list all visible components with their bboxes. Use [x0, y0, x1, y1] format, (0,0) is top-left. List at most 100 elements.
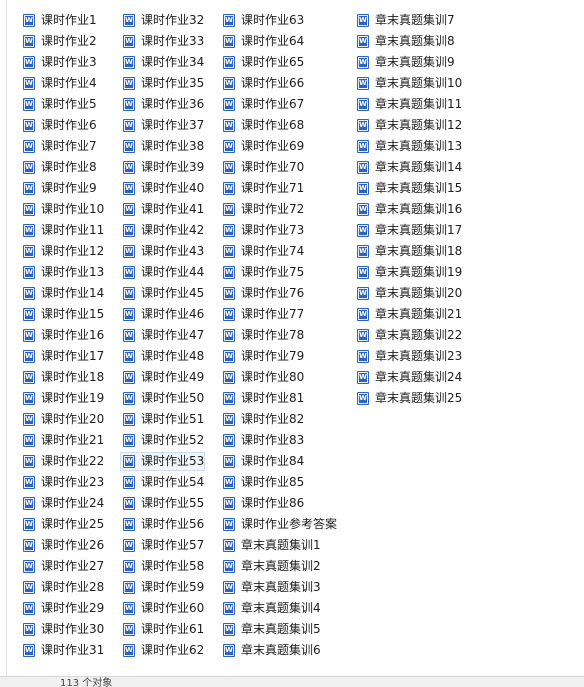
file-item[interactable]: W 课时作业51 [120, 410, 205, 429]
file-item[interactable]: W 课时作业84 [220, 452, 305, 471]
file-item[interactable]: W 课时作业46 [120, 305, 205, 324]
file-item[interactable]: W 课时作业22 [20, 452, 105, 471]
file-item[interactable]: W 课时作业18 [20, 368, 105, 387]
file-item[interactable]: W 课时作业41 [120, 200, 205, 219]
file-item[interactable]: W 章末真题集训2 [220, 557, 322, 576]
file-item[interactable]: W 课时作业17 [20, 347, 105, 366]
file-item[interactable]: W 课时作业48 [120, 347, 205, 366]
file-item[interactable]: W 课时作业78 [220, 326, 305, 345]
file-item[interactable]: W 课时作业11 [20, 221, 105, 240]
file-item[interactable]: W 课时作业10 [20, 200, 105, 219]
file-item[interactable]: W 课时作业72 [220, 200, 305, 219]
file-item[interactable]: W 课时作业60 [120, 599, 205, 618]
file-item[interactable]: W 课时作业79 [220, 347, 305, 366]
file-item[interactable]: W 章末真题集训10 [354, 74, 463, 93]
file-item[interactable]: W 课时作业83 [220, 431, 305, 450]
file-item[interactable]: W 课时作业39 [120, 158, 205, 177]
file-list-view[interactable]: W 课时作业1 W 课时作业2 W 课时作业3 W 课时作业4 W 课时作业5 W 课时作业6 W 课时作… [6, 0, 584, 676]
file-item[interactable]: W 课时作业50 [120, 389, 205, 408]
file-item[interactable]: W 章末真题集训15 [354, 179, 463, 198]
file-item[interactable]: W 课时作业12 [20, 242, 105, 261]
file-item[interactable]: W 课时作业43 [120, 242, 205, 261]
file-item[interactable]: W 课时作业52 [120, 431, 205, 450]
file-item[interactable]: W 课时作业58 [120, 557, 205, 576]
file-item[interactable]: W 课时作业63 [220, 11, 305, 30]
file-item[interactable]: W 章末真题集训22 [354, 326, 463, 345]
file-item[interactable]: W 课时作业47 [120, 326, 205, 345]
file-item[interactable]: W 课时作业64 [220, 32, 305, 51]
file-item[interactable]: W 课时作业74 [220, 242, 305, 261]
file-item[interactable]: W 课时作业77 [220, 305, 305, 324]
file-item[interactable]: W 章末真题集训16 [354, 200, 463, 219]
file-item[interactable]: W 课时作业14 [20, 284, 105, 303]
file-item[interactable]: W 课时作业4 [20, 74, 98, 93]
file-item[interactable]: W 课时作业9 [20, 179, 98, 198]
file-item[interactable]: W 章末真题集训7 [354, 11, 456, 30]
file-item[interactable]: W 课时作业34 [120, 53, 205, 72]
file-item[interactable]: W 章末真题集训14 [354, 158, 463, 177]
file-item[interactable]: W 课时作业38 [120, 137, 205, 156]
file-item[interactable]: W 章末真题集训20 [354, 284, 463, 303]
file-item[interactable]: W 课时作业1 [20, 11, 98, 30]
file-item[interactable]: W 课时作业25 [20, 515, 105, 534]
file-item[interactable]: W 课时作业参考答案 [220, 515, 338, 534]
file-item[interactable]: W 课时作业69 [220, 137, 305, 156]
file-item[interactable]: W 章末真题集训11 [354, 95, 463, 114]
file-item[interactable]: W 课时作业61 [120, 620, 205, 639]
file-item[interactable]: W 课时作业23 [20, 473, 105, 492]
file-item[interactable]: W 课时作业66 [220, 74, 305, 93]
file-item[interactable]: W 课时作业53 [120, 452, 206, 471]
file-item[interactable]: W 课时作业37 [120, 116, 205, 135]
file-item[interactable]: W 课时作业54 [120, 473, 205, 492]
file-item[interactable]: W 课时作业76 [220, 284, 305, 303]
file-item[interactable]: W 章末真题集训6 [220, 641, 322, 660]
file-item[interactable]: W 章末真题集训25 [354, 389, 463, 408]
file-item[interactable]: W 课时作业33 [120, 32, 205, 51]
file-item[interactable]: W 课时作业62 [120, 641, 205, 660]
file-item[interactable]: W 课时作业85 [220, 473, 305, 492]
file-item[interactable]: W 课时作业86 [220, 494, 305, 513]
file-item[interactable]: W 章末真题集训9 [354, 53, 456, 72]
file-item[interactable]: W 课时作业31 [20, 641, 105, 660]
file-item[interactable]: W 课时作业36 [120, 95, 205, 114]
file-item[interactable]: W 课时作业40 [120, 179, 205, 198]
file-item[interactable]: W 章末真题集训19 [354, 263, 463, 282]
file-item[interactable]: W 课时作业24 [20, 494, 105, 513]
file-item[interactable]: W 章末真题集训8 [354, 32, 456, 51]
file-item[interactable]: W 课时作业80 [220, 368, 305, 387]
file-item[interactable]: W 章末真题集训21 [354, 305, 463, 324]
file-item[interactable]: W 课时作业8 [20, 158, 98, 177]
file-item[interactable]: W 章末真题集训17 [354, 221, 463, 240]
file-item[interactable]: W 课时作业19 [20, 389, 105, 408]
file-item[interactable]: W 课时作业82 [220, 410, 305, 429]
file-item[interactable]: W 课时作业35 [120, 74, 205, 93]
file-item[interactable]: W 课时作业5 [20, 95, 98, 114]
file-item[interactable]: W 课时作业65 [220, 53, 305, 72]
file-item[interactable]: W 课时作业73 [220, 221, 305, 240]
file-item[interactable]: W 课时作业2 [20, 32, 98, 51]
file-item[interactable]: W 课时作业26 [20, 536, 105, 555]
file-item[interactable]: W 章末真题集训13 [354, 137, 463, 156]
file-item[interactable]: W 课时作业55 [120, 494, 205, 513]
file-item[interactable]: W 课时作业75 [220, 263, 305, 282]
file-item[interactable]: W 课时作业15 [20, 305, 105, 324]
file-item[interactable]: W 课时作业70 [220, 158, 305, 177]
file-item[interactable]: W 课时作业68 [220, 116, 305, 135]
file-item[interactable]: W 课时作业7 [20, 137, 98, 156]
file-item[interactable]: W 课时作业45 [120, 284, 205, 303]
file-item[interactable]: W 课时作业42 [120, 221, 205, 240]
file-item[interactable]: W 课时作业13 [20, 263, 105, 282]
file-item[interactable]: W 课时作业30 [20, 620, 105, 639]
file-item[interactable]: W 课时作业32 [120, 11, 205, 30]
file-item[interactable]: W 课时作业57 [120, 536, 205, 555]
file-item[interactable]: W 章末真题集训1 [220, 536, 322, 555]
file-item[interactable]: W 课时作业67 [220, 95, 305, 114]
file-item[interactable]: W 课时作业56 [120, 515, 205, 534]
file-item[interactable]: W 课时作业27 [20, 557, 105, 576]
file-item[interactable]: W 课时作业28 [20, 578, 105, 597]
file-item[interactable]: W 课时作业29 [20, 599, 105, 618]
file-item[interactable]: W 章末真题集训4 [220, 599, 322, 618]
file-item[interactable]: W 课时作业20 [20, 410, 105, 429]
file-item[interactable]: W 章末真题集训23 [354, 347, 463, 366]
file-item[interactable]: W 课时作业16 [20, 326, 105, 345]
